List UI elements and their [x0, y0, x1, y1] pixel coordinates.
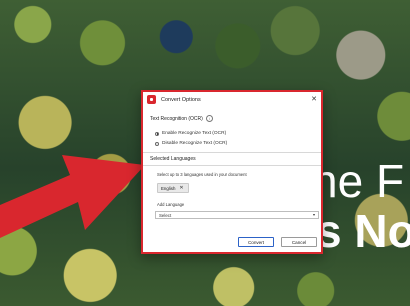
radio-button-unchecked[interactable] — [155, 141, 159, 146]
ocr-label-text: Text Recognition (OCR) — [150, 115, 203, 122]
dialog-title: Convert Options — [161, 96, 201, 103]
cancel-button[interactable]: Cancel — [281, 237, 317, 247]
background-headline-line2: s No — [316, 205, 410, 257]
red-arrow-graphic — [0, 155, 145, 238]
radio-button-checked[interactable] — [155, 131, 159, 136]
convert-options-dialog: Convert Options ✕ Text Recognition (OCR)… — [141, 90, 323, 254]
convert-button[interactable]: Convert — [238, 237, 274, 247]
background-headline-line1: he F — [312, 155, 405, 207]
add-language-select[interactable]: Select — [155, 211, 319, 219]
info-icon[interactable]: i — [206, 115, 214, 122]
section-divider — [143, 152, 321, 153]
radio-disable-ocr[interactable]: Disable Recognize Text (OCR) — [155, 141, 227, 146]
selected-languages-label: Selected Languages — [150, 156, 196, 162]
languages-note: Select up to 3 languages used in your do… — [157, 172, 247, 177]
app-logo-icon — [147, 95, 156, 104]
add-language-select-value: Select — [159, 212, 172, 218]
chevron-down-icon — [313, 214, 315, 216]
ocr-section-label: Text Recognition (OCR) i — [150, 115, 214, 122]
section-divider — [143, 165, 321, 166]
radio-disable-ocr-label: Disable Recognize Text (OCR) — [162, 141, 228, 146]
close-icon[interactable]: ✕ — [311, 96, 317, 103]
dialog-titlebar: Convert Options ✕ — [143, 92, 321, 107]
radio-enable-ocr-label: Enable Recognize Text (OCR) — [162, 131, 227, 136]
language-chip-english: English ✕ — [157, 183, 189, 193]
remove-language-icon[interactable]: ✕ — [179, 185, 183, 191]
radio-enable-ocr[interactable]: Enable Recognize Text (OCR) — [155, 131, 226, 136]
language-chip-label: English — [161, 185, 176, 191]
add-language-label: Add Language — [157, 202, 185, 207]
